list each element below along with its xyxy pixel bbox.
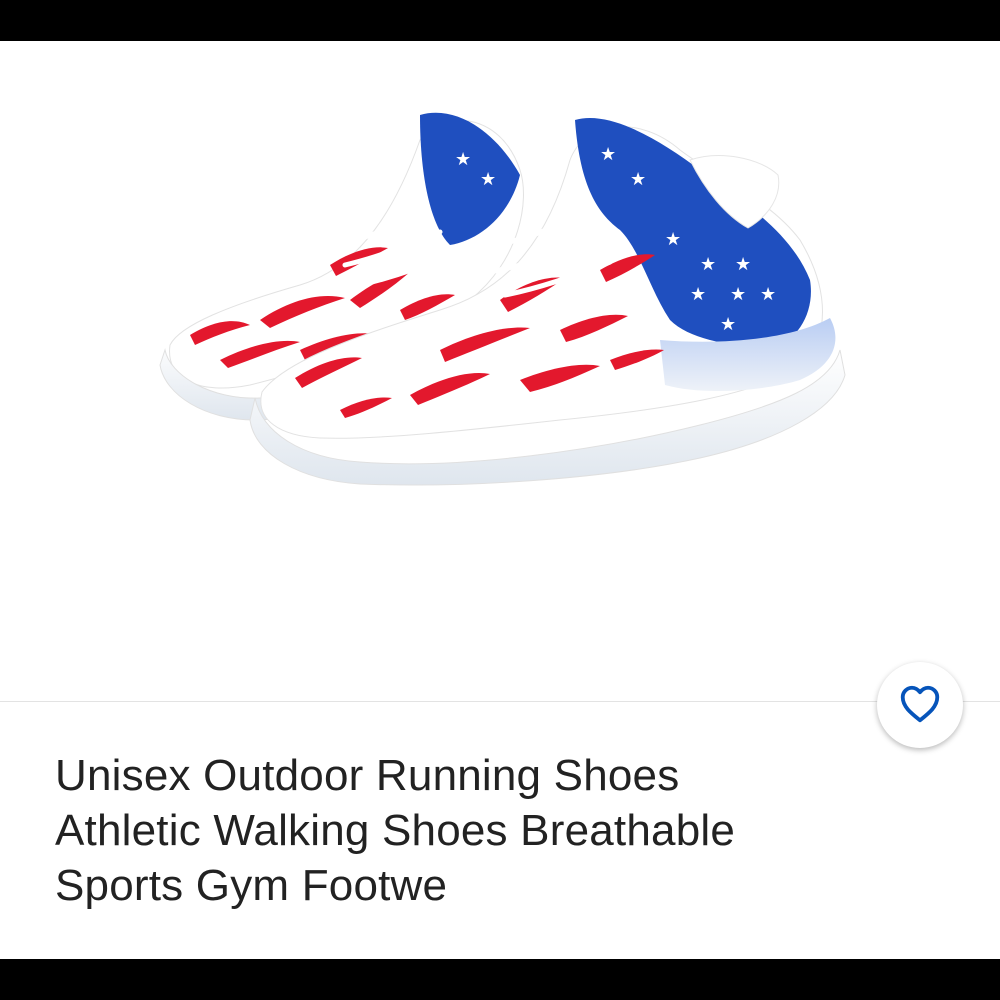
svg-text:★: ★ [735,254,751,275]
favorite-button[interactable] [877,662,963,748]
product-title-line-3: Sports Gym Footwe [55,861,448,910]
svg-text:★: ★ [720,314,736,335]
bottom-bar [0,959,1000,1000]
svg-text:★: ★ [700,254,716,275]
section-divider [0,701,1000,702]
sneakers-illustration: ★ ★ ★ ★ ★ ★ ★ ★ ★ ★ ★ [159,112,846,486]
heart-outline-icon [898,683,942,728]
svg-text:★: ★ [600,144,616,165]
svg-text:★: ★ [730,284,746,305]
top-bar [0,0,1000,41]
svg-text:★: ★ [690,284,706,305]
svg-text:★: ★ [480,169,496,190]
product-title-line-1: Unisex Outdoor Running Shoes [55,751,680,800]
svg-text:★: ★ [455,149,471,170]
product-image[interactable]: ★ ★ ★ ★ ★ ★ ★ ★ ★ ★ ★ [0,41,1000,701]
product-title-line-2: Athletic Walking Shoes Breathable [55,806,736,855]
svg-text:★: ★ [760,284,776,305]
svg-text:★: ★ [630,169,646,190]
product-title[interactable]: Unisex Outdoor Running Shoes Athletic Wa… [55,748,935,913]
svg-text:★: ★ [665,229,681,250]
